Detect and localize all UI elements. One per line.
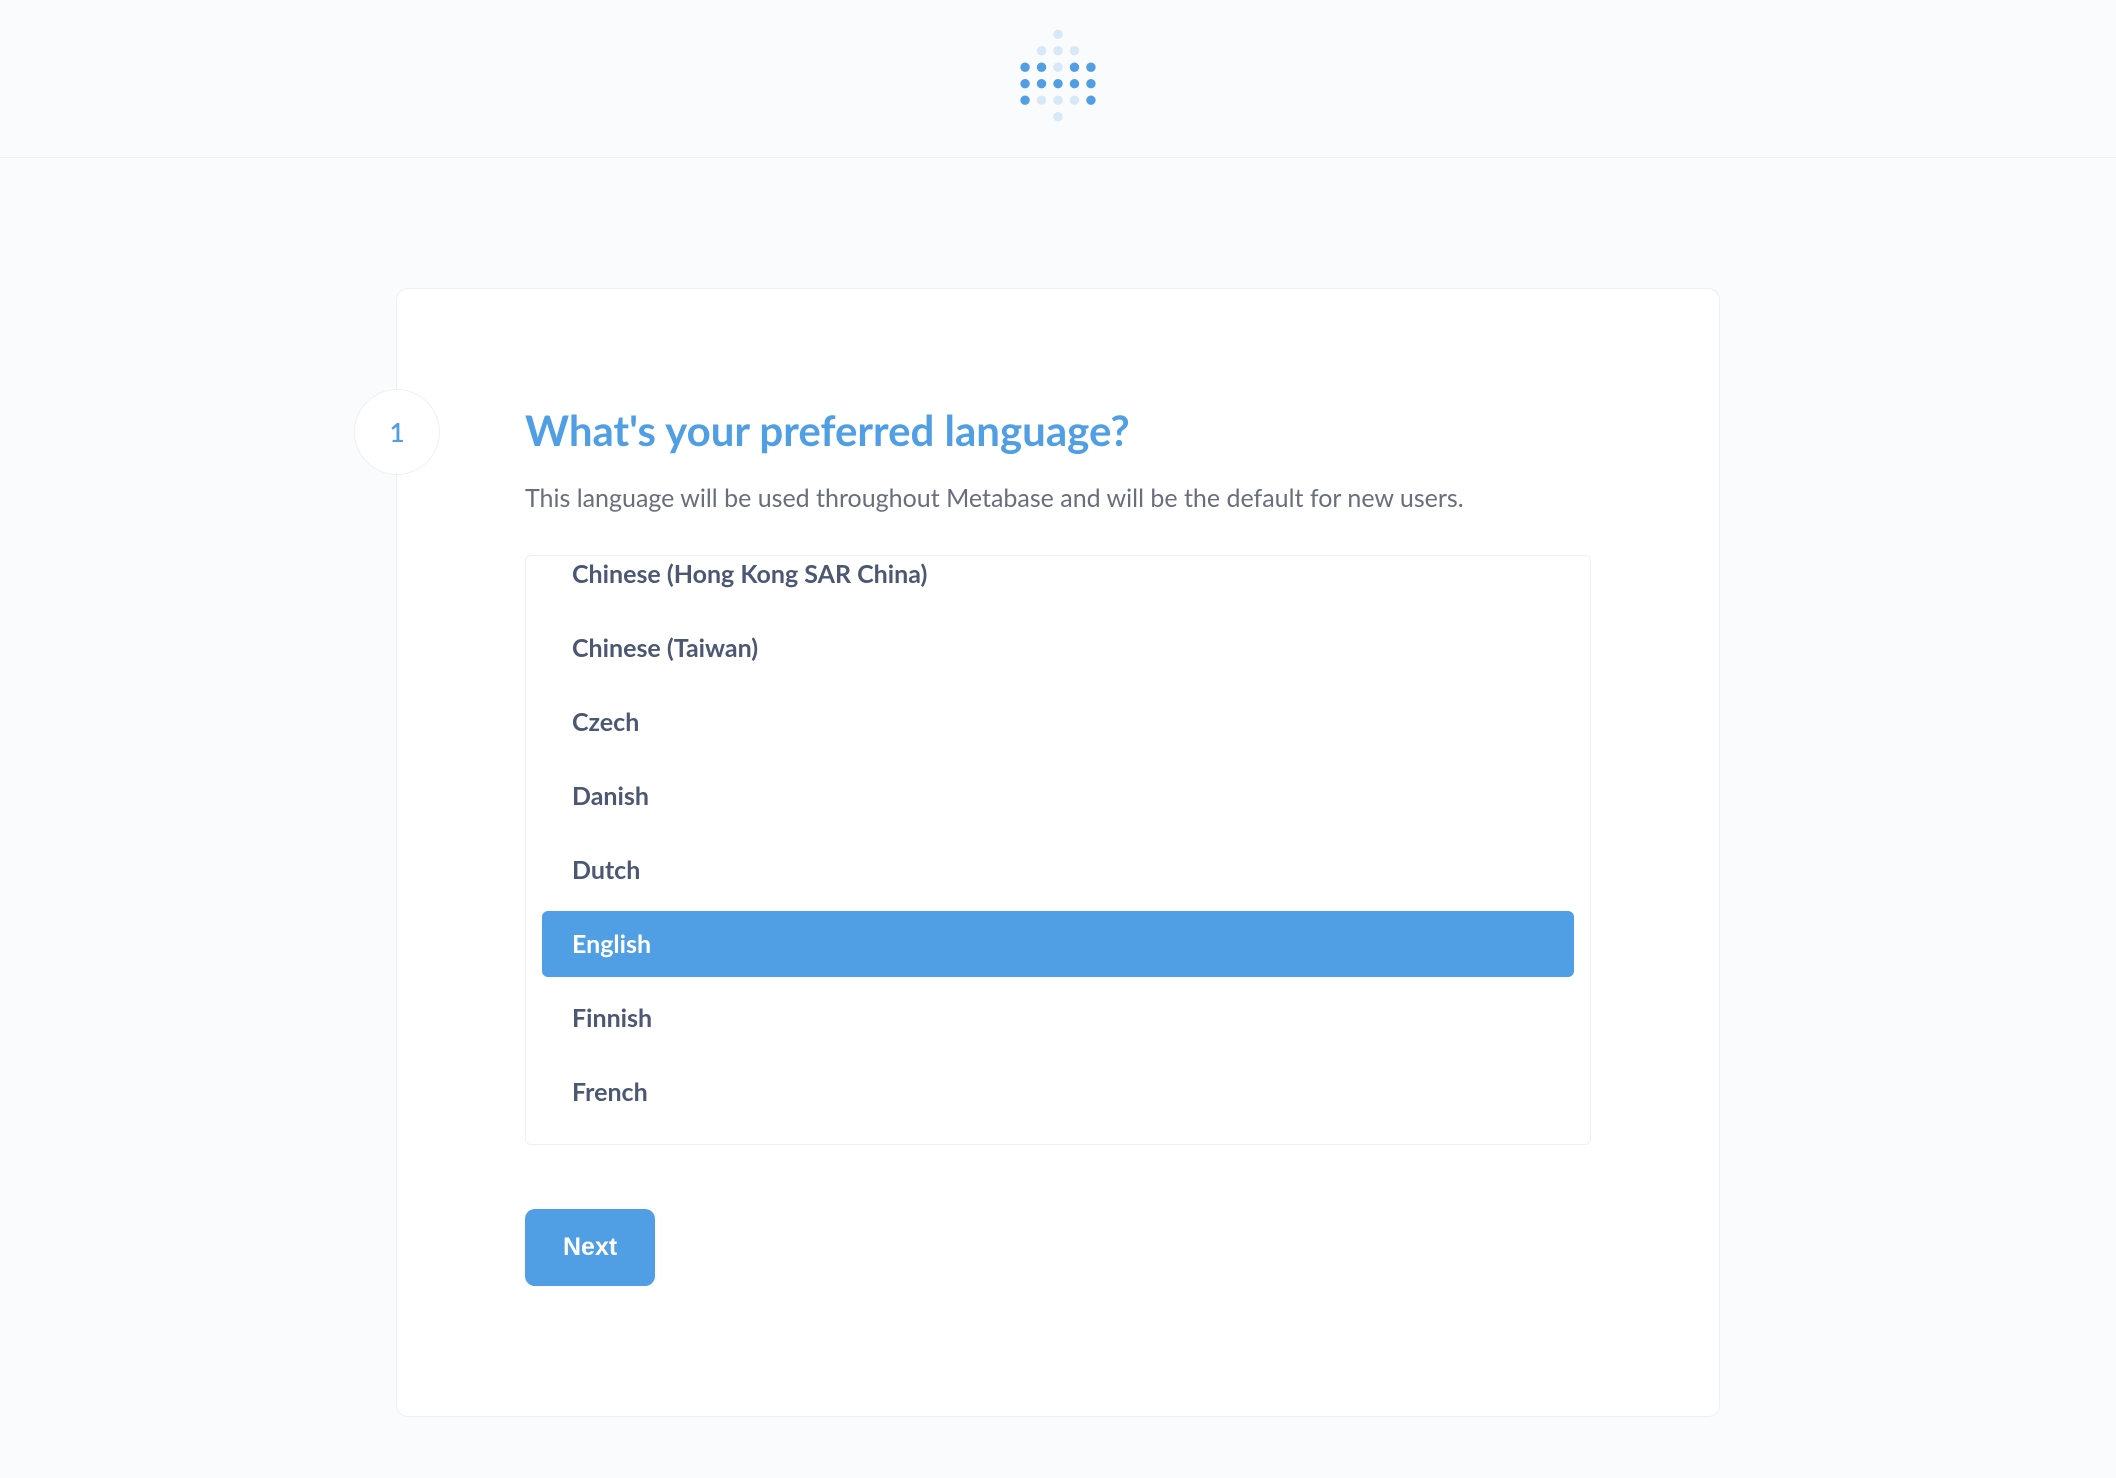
language-option[interactable]: German (542, 1133, 1574, 1145)
language-option[interactable]: Chinese (Taiwan) (542, 615, 1574, 681)
language-option[interactable]: Chinese (Hong Kong SAR China) (542, 555, 1574, 607)
language-option[interactable]: Finnish (542, 985, 1574, 1051)
main-content: 1 What's your preferred language? This l… (0, 158, 2116, 1417)
step-heading: What's your preferred language? (525, 405, 1591, 455)
step-number: 1 (389, 416, 404, 448)
metabase-logo-icon (1008, 29, 1108, 129)
next-button[interactable]: Next (525, 1209, 655, 1286)
app-header (0, 0, 2116, 158)
language-option[interactable]: French (542, 1059, 1574, 1125)
setup-step-card: 1 What's your preferred language? This l… (396, 288, 1720, 1417)
step-number-badge: 1 (354, 389, 440, 475)
language-option[interactable]: Dutch (542, 837, 1574, 903)
language-option[interactable]: English (542, 911, 1574, 977)
language-option[interactable]: Czech (542, 689, 1574, 755)
language-select-list[interactable]: Chinese (Hong Kong SAR China) Chinese (Ta… (525, 555, 1591, 1145)
step-description: This language will be used throughout Me… (525, 483, 1591, 513)
language-option[interactable]: Danish (542, 763, 1574, 829)
